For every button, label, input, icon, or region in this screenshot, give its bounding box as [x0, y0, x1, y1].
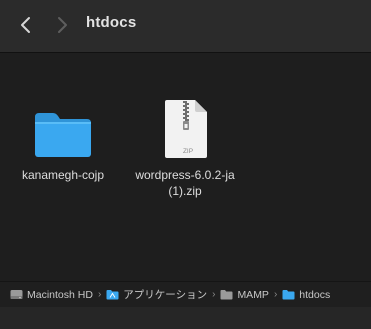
- chevron-left-icon: [21, 17, 30, 33]
- file-name: wordpress-6.0.2-ja (1).zip: [135, 168, 235, 198]
- back-button[interactable]: [14, 13, 38, 37]
- window-title: htdocs: [86, 14, 137, 31]
- toolbar: htdocs: [0, 0, 371, 53]
- status-bar: [0, 307, 371, 329]
- path-item-label: htdocs: [299, 288, 331, 301]
- folder-icon: [106, 289, 119, 300]
- path-item-label: MAMP: [237, 288, 269, 301]
- path-separator: ›: [212, 289, 216, 300]
- folder-icon: [28, 95, 98, 159]
- file-item-folder[interactable]: kanamegh-cojp: [3, 95, 123, 183]
- path-item-htdocs[interactable]: htdocs: [282, 289, 330, 301]
- file-browser-area: kanamegh-cojp wordpress-6.0.2-ja (1).zip…: [0, 53, 371, 275]
- path-separator: ›: [273, 289, 278, 300]
- hard-drive-icon: [10, 289, 23, 300]
- path-item-label: アプリケーション: [123, 289, 208, 301]
- path-bar: Macintosh HD › アプリケーション › MAMP › htdocs: [0, 281, 371, 307]
- path-item-macintosh-hd[interactable]: Macintosh HD: [10, 289, 93, 301]
- zip-badge: ZIP: [182, 148, 194, 155]
- path-item-mamp[interactable]: MAMP: [220, 289, 269, 301]
- forward-button[interactable]: [50, 13, 74, 37]
- folder-icon: [220, 289, 233, 300]
- finder-window: htdocs kanamegh-cojp wordpress-6.0.2-ja …: [0, 0, 371, 329]
- file-item-zip[interactable]: wordpress-6.0.2-ja (1).zip: [125, 95, 245, 199]
- path-separator: ›: [97, 289, 102, 300]
- folder-icon: [282, 289, 295, 300]
- path-item-applications[interactable]: アプリケーション: [106, 287, 207, 302]
- chevron-right-icon: [58, 17, 67, 33]
- file-name: kanamegh-cojp: [21, 168, 105, 182]
- path-item-label: Macintosh HD: [27, 288, 93, 301]
